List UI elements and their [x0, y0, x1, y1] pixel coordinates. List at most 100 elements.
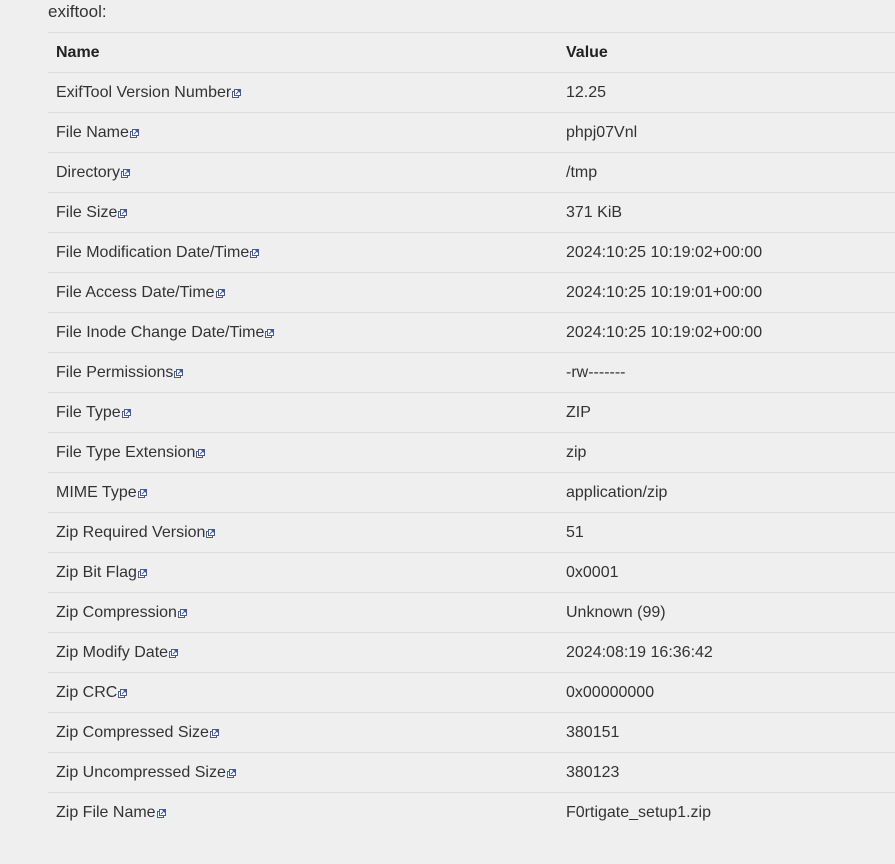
row-name-link[interactable]: File Size	[56, 204, 117, 221]
table-row: File Name phpj07Vnl	[48, 112, 895, 153]
row-name-link[interactable]: File Inode Change Date/Time	[56, 324, 264, 341]
exif-table: Name Value ExifTool Version Number 12.25 F…	[48, 32, 895, 832]
row-value-cell: application/zip	[558, 472, 895, 513]
row-name-cell: Zip Compression	[48, 592, 558, 633]
table-row: Zip Uncompressed Size 380123	[48, 752, 895, 793]
column-header-name: Name	[48, 32, 558, 73]
row-name-cell: ExifTool Version Number	[48, 72, 558, 113]
row-value-cell: /tmp	[558, 152, 895, 193]
row-name-link[interactable]: File Access Date/Time	[56, 284, 215, 301]
table-row: File Type ZIP	[48, 392, 895, 433]
row-name-cell: File Inode Change Date/Time	[48, 312, 558, 353]
external-link-icon[interactable]	[215, 288, 225, 298]
row-name-link[interactable]: File Name	[56, 124, 129, 141]
table-row: MIME Type application/zip	[48, 472, 895, 513]
external-link-icon[interactable]	[209, 728, 219, 738]
table-row: File Permissions -rw-------	[48, 352, 895, 393]
external-link-icon[interactable]	[177, 608, 187, 618]
table-row: Zip Required Version 51	[48, 512, 895, 553]
row-value-cell: 2024:08:19 16:36:42	[558, 632, 895, 673]
row-value-cell: 0x00000000	[558, 672, 895, 713]
row-name-link[interactable]: Directory	[56, 164, 120, 181]
table-row: Zip Modify Date 2024:08:19 16:36:42	[48, 632, 895, 673]
external-link-icon[interactable]	[137, 568, 147, 578]
table-row: File Inode Change Date/Time 2024:10:25 10…	[48, 312, 895, 353]
row-name-cell: Zip Modify Date	[48, 632, 558, 673]
table-row: File Size 371 KiB	[48, 192, 895, 233]
row-name-link[interactable]: MIME Type	[56, 484, 137, 501]
table-header-row: Name Value	[48, 32, 895, 73]
row-name-cell: Zip CRC	[48, 672, 558, 713]
row-name-link[interactable]: File Permissions	[56, 364, 173, 381]
external-link-icon[interactable]	[226, 768, 236, 778]
external-link-icon[interactable]	[121, 408, 131, 418]
row-value-cell: zip	[558, 432, 895, 473]
table-row: Zip Compressed Size 380151	[48, 712, 895, 753]
row-name-cell: File Access Date/Time	[48, 272, 558, 313]
row-name-link[interactable]: Zip Compressed Size	[56, 724, 209, 741]
row-value-cell: -rw-------	[558, 352, 895, 393]
row-name-cell: File Type	[48, 392, 558, 433]
row-value-cell: 380123	[558, 752, 895, 793]
table-row: ExifTool Version Number 12.25	[48, 72, 895, 113]
row-value-cell: 2024:10:25 10:19:02+00:00	[558, 232, 895, 273]
row-name-cell: Zip Uncompressed Size	[48, 752, 558, 793]
external-link-icon[interactable]	[137, 488, 147, 498]
table-row: Zip File Name F0rtigate_setup1.zip	[48, 792, 895, 832]
row-value-cell: 380151	[558, 712, 895, 753]
row-value-cell: 12.25	[558, 72, 895, 113]
external-link-icon[interactable]	[232, 88, 242, 98]
row-value-cell: ZIP	[558, 392, 895, 433]
external-link-icon[interactable]	[174, 368, 184, 378]
row-name-cell: File Size	[48, 192, 558, 233]
row-name-cell: File Name	[48, 112, 558, 153]
row-value-cell: Unknown (99)	[558, 592, 895, 633]
row-name-link[interactable]: Zip Uncompressed Size	[56, 764, 226, 781]
row-value-cell: 51	[558, 512, 895, 553]
row-name-link[interactable]: ExifTool Version Number	[56, 84, 231, 101]
table-row: Directory/tmp	[48, 152, 895, 193]
row-name-cell: Directory	[48, 152, 558, 193]
external-link-icon[interactable]	[129, 128, 139, 138]
column-header-value: Value	[558, 32, 895, 73]
row-value-cell: phpj07Vnl	[558, 112, 895, 153]
row-name-link[interactable]: File Type Extension	[56, 444, 195, 461]
external-link-icon[interactable]	[169, 648, 179, 658]
row-value-cell: 0x0001	[558, 552, 895, 593]
row-name-link[interactable]: File Type	[56, 404, 121, 421]
external-link-icon[interactable]	[265, 328, 275, 338]
table-row: Zip CRC 0x00000000	[48, 672, 895, 713]
row-name-link[interactable]: Zip Bit Flag	[56, 564, 137, 581]
external-link-icon[interactable]	[206, 528, 216, 538]
row-name-link[interactable]: Zip Modify Date	[56, 644, 168, 661]
row-name-link[interactable]: Zip File Name	[56, 804, 156, 821]
page-heading: exiftool:	[48, 2, 107, 21]
table-row: File Modification Date/Time 2024:10:25 10…	[48, 232, 895, 273]
external-link-icon[interactable]	[250, 248, 260, 258]
row-name-cell: Zip Compressed Size	[48, 712, 558, 753]
external-link-icon[interactable]	[118, 688, 128, 698]
row-name-link[interactable]: Zip Required Version	[56, 524, 205, 541]
table-row: Zip Bit Flag 0x0001	[48, 552, 895, 593]
external-link-icon[interactable]	[121, 168, 131, 178]
row-name-cell: Zip Bit Flag	[48, 552, 558, 593]
external-link-icon[interactable]	[156, 808, 166, 818]
row-name-cell: File Type Extension	[48, 432, 558, 473]
row-name-cell: Zip Required Version	[48, 512, 558, 553]
row-value-cell: 2024:10:25 10:19:01+00:00	[558, 272, 895, 313]
row-name-cell: MIME Type	[48, 472, 558, 513]
row-name-cell: File Modification Date/Time	[48, 232, 558, 273]
row-value-cell: F0rtigate_setup1.zip	[558, 792, 895, 832]
row-name-link[interactable]: Zip Compression	[56, 604, 177, 621]
row-value-cell: 371 KiB	[558, 192, 895, 233]
external-link-icon[interactable]	[196, 448, 206, 458]
row-name-link[interactable]: File Modification Date/Time	[56, 244, 249, 261]
row-name-link[interactable]: Zip CRC	[56, 684, 117, 701]
row-value-cell: 2024:10:25 10:19:02+00:00	[558, 312, 895, 353]
table-row: File Type Extension zip	[48, 432, 895, 473]
external-link-icon[interactable]	[118, 208, 128, 218]
table-body: ExifTool Version Number 12.25 File Name php…	[48, 72, 895, 832]
row-name-cell: File Permissions	[48, 352, 558, 393]
row-name-cell: Zip File Name	[48, 792, 558, 832]
table-row: Zip Compression Unknown (99)	[48, 592, 895, 633]
